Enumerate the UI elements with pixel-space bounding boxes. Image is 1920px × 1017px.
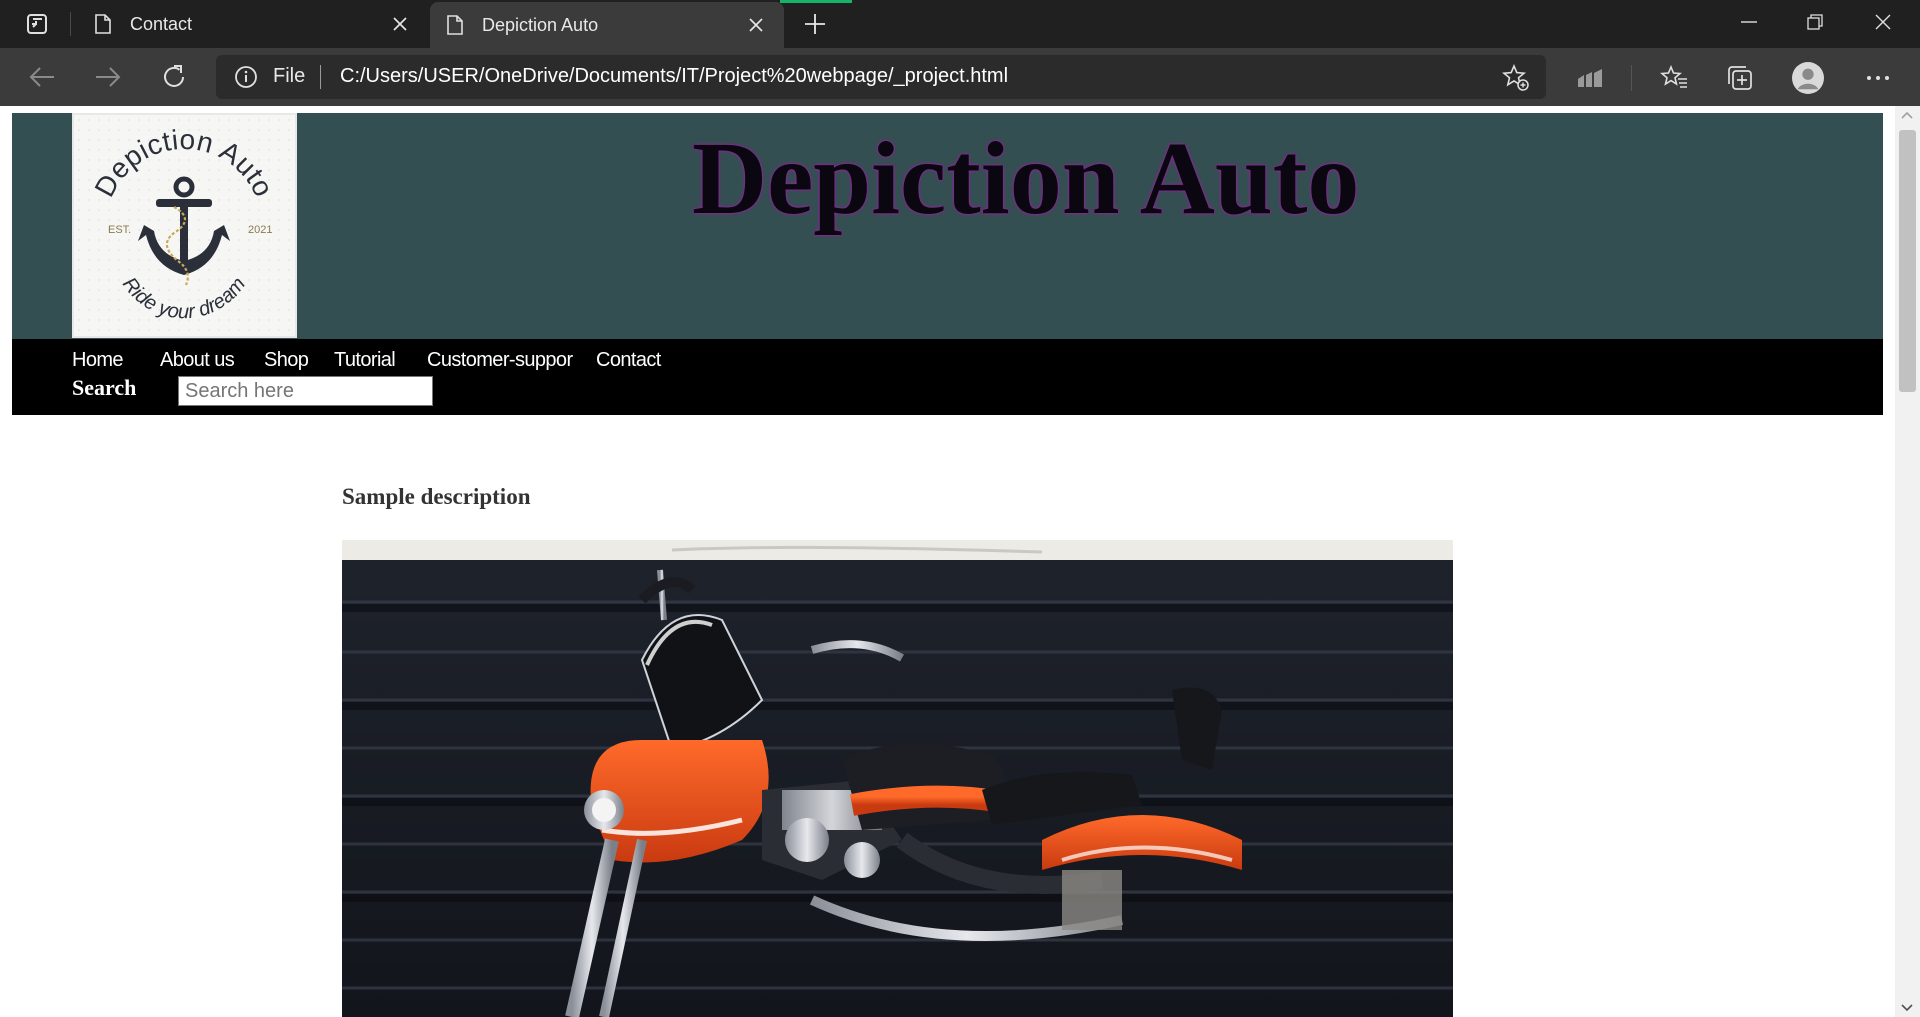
browser-titlebar: Contact Depiction Auto [0,0,1920,48]
nav-link-about-us[interactable]: About us [160,349,235,372]
site-nav: Home About us Shop Tutorial Customer-sup… [12,339,1883,415]
page-icon [444,13,466,37]
url-text[interactable]: C:/Users/USER/OneDrive/Documents/IT/Proj… [340,65,1008,88]
tab-contact[interactable]: Contact [78,0,428,48]
scheme-label: File [273,65,306,87]
anchor-logo-icon: Depiction Auto Ride your dream EST. 2021 [74,115,295,336]
svg-text:2021: 2021 [248,224,272,236]
address-separator [320,65,321,89]
tab-label: Depiction Auto [482,14,599,35]
back-arrow-icon[interactable] [22,58,62,96]
address-bar[interactable]: File C:/Users/USER/OneDrive/Documents/IT… [216,55,1546,99]
profile-avatar-icon[interactable] [1792,62,1824,94]
nav-link-home[interactable]: Home [72,349,124,372]
close-icon[interactable] [384,8,416,40]
vertical-scrollbar[interactable] [1895,106,1920,1017]
svg-text:EST.: EST. [108,224,131,236]
info-icon[interactable] [234,65,258,89]
scroll-up-icon[interactable] [1901,110,1913,120]
minimize-icon[interactable] [1716,0,1782,44]
page-icon [92,12,114,36]
performance-icon[interactable] [1574,62,1606,94]
close-icon[interactable] [740,9,772,41]
toolbar-separator [1631,65,1632,91]
tab-divider [70,12,71,36]
site-title: Depiction Auto [692,121,1360,236]
nav-link-contact[interactable]: Contact [596,349,661,372]
plus-icon[interactable] [795,6,835,42]
nav-link-shop[interactable]: Shop [264,349,309,372]
search-label: Search [72,375,137,400]
more-menu-icon[interactable] [1862,62,1894,94]
favorites-icon[interactable] [1658,62,1690,94]
sample-description: Sample description [342,484,531,509]
restore-icon[interactable] [1782,0,1848,44]
browser-toolbar: File C:/Users/USER/OneDrive/Documents/IT… [0,48,1920,106]
favorite-add-icon[interactable] [1501,63,1530,92]
tab-actions-icon[interactable] [14,10,60,38]
tab-label: Contact [130,13,193,34]
motorcycle-image-icon [342,540,1453,1017]
scroll-down-icon[interactable] [1901,1003,1913,1013]
collections-icon[interactable] [1724,62,1756,94]
tab-depiction-auto[interactable]: Depiction Auto [430,2,784,48]
search-input[interactable] [178,376,433,406]
site-logo[interactable]: Depiction Auto Ride your dream EST. 2021 [72,113,297,338]
scrollbar-thumb[interactable] [1899,130,1916,392]
nav-link-tutorial[interactable]: Tutorial [334,349,396,372]
motorcycle-photo [342,540,1453,1017]
refresh-icon[interactable] [154,58,194,96]
loading-indicator [780,0,852,3]
close-window-icon[interactable] [1850,0,1916,44]
nav-link-customer-support[interactable]: Customer-suppor [427,349,573,372]
site-header: Depiction Auto Ride your dream EST. 2021… [12,113,1883,339]
forward-arrow-icon[interactable] [88,58,128,96]
